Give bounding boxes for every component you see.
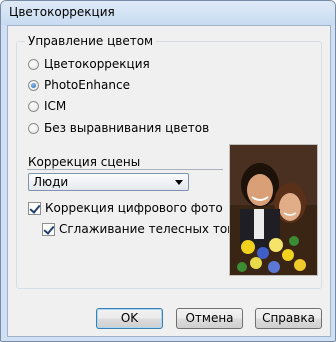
dialog-body: Управление цветом Цветокоррекция PhotoEn… — [7, 25, 331, 337]
group-legend: Управление цветом — [25, 34, 157, 48]
radio-label: Без выравнивания цветов — [44, 121, 210, 135]
section-divider — [27, 169, 223, 170]
scene-correction-label: Коррекция сцены — [28, 155, 141, 169]
checkbox-label: Коррекция цифрового фото — [45, 201, 223, 215]
radio-icm[interactable]: ICM — [28, 98, 66, 114]
checkbox-label: Сглаживание телесных тонов — [59, 222, 250, 236]
scene-correction-select[interactable]: Люди — [28, 173, 189, 191]
ok-button[interactable]: OK — [96, 308, 163, 329]
dialog-window: Цветокоррекция Управление цветом Цветоко… — [0, 0, 336, 342]
preview-image — [229, 144, 318, 276]
radio-color-correction[interactable]: Цветокоррекция — [28, 56, 150, 72]
window-title: Цветокоррекция — [9, 5, 115, 19]
radio-label: Цветокоррекция — [44, 57, 150, 71]
radio-indicator[interactable] — [28, 100, 39, 112]
radio-label: ICM — [44, 99, 67, 113]
radio-photoenhance[interactable]: PhotoEnhance — [28, 77, 130, 93]
cancel-button[interactable]: Отмена — [176, 308, 243, 329]
title-bar[interactable]: Цветокоррекция — [1, 1, 335, 25]
color-management-group: Управление цветом Цветокоррекция PhotoEn… — [16, 34, 322, 289]
preview-photo-illustration — [230, 145, 317, 275]
radio-no-color-adjustment[interactable]: Без выравнивания цветов — [28, 120, 209, 136]
help-button[interactable]: Справка — [255, 308, 322, 329]
chevron-down-icon[interactable] — [175, 180, 183, 185]
radio-indicator[interactable] — [28, 79, 39, 91]
radio-indicator[interactable] — [28, 122, 39, 134]
checkbox-indicator[interactable] — [28, 201, 41, 215]
checkbox-indicator[interactable] — [42, 222, 55, 236]
radio-label: PhotoEnhance — [44, 78, 130, 92]
digital-photo-correction-checkbox[interactable]: Коррекция цифрового фото — [28, 200, 223, 216]
skin-tone-smoothing-checkbox[interactable]: Сглаживание телесных тонов — [42, 221, 249, 237]
select-value: Люди — [33, 175, 69, 189]
radio-indicator[interactable] — [28, 58, 39, 70]
